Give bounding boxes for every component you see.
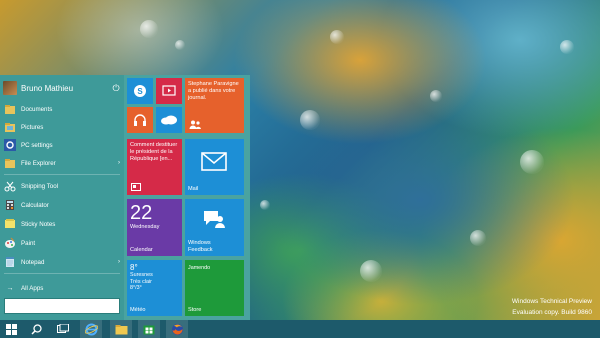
menu-item-pictures[interactable]: Pictures [4,119,120,135]
feedback-icon [204,211,225,228]
paint-icon [5,237,15,248]
search-icon [30,323,42,335]
taskbar [0,320,600,338]
all-apps-link[interactable]: → All Apps [4,280,120,296]
task-view-icon [57,324,69,333]
avatar [3,81,17,95]
weather-tile[interactable]: 8° Suresnes Très clair 8°/3° Météo [127,260,182,316]
people-icon [189,120,201,129]
file-explorer-button[interactable] [110,320,132,338]
store-icon [143,325,155,335]
menu-item-label: File Explorer [21,159,56,167]
notepad-icon [6,257,14,267]
feedback-label: Windows Feedback [188,240,213,253]
user-account[interactable]: Bruno Mathieu ⏻ [3,79,121,97]
menu-item-label: Sticky Notes [21,220,56,228]
menu-item-label: PC settings [21,141,53,149]
menu-item-label: Snipping Tool [21,182,59,190]
weather-label: Météo [130,307,146,313]
all-apps-label: All Apps [21,284,44,292]
menu-item-file-explorer[interactable]: File Explorer › [4,155,120,171]
menu-item-pc-settings[interactable]: PC settings [4,137,120,153]
task-view-button[interactable] [52,320,74,338]
video-icon [162,85,176,96]
firefox-button[interactable] [166,320,188,338]
user-name: Bruno Mathieu [21,83,74,93]
calendar-label: Calendar [130,247,153,253]
menu-item-label: Documents [21,105,53,113]
menu-item-calculator[interactable]: Calculator [4,197,120,213]
people-tile[interactable]: Stephane Paravigne a publié dans votre j… [185,78,244,133]
watermark-line2: Evaluation copy. Build 9860 [512,309,592,316]
calendar-day: 22 [130,202,153,224]
cloud-icon [161,115,177,125]
store-tile[interactable]: Jamendo Store [185,260,244,316]
mail-tile[interactable]: Mail [185,139,244,195]
power-icon[interactable]: ⏻ [111,83,121,94]
store-label: Store [188,307,202,313]
weather-range: 8°/3° [130,285,142,291]
search-button[interactable] [25,320,47,338]
people-notification-text: Stephane Paravigne a publié dans votre j… [188,81,239,101]
firefox-icon [171,323,183,335]
skype-icon: S [134,85,146,97]
calendar-weekday: Wednesday [130,224,160,230]
news-tile[interactable]: Comment destituer le président de la Rép… [127,139,182,195]
calculator-icon [6,200,14,210]
menu-item-label: Pictures [21,123,44,131]
search-input[interactable] [4,298,120,314]
mail-icon [201,152,227,171]
menu-item-sticky-notes[interactable]: Sticky Notes [4,216,120,232]
internet-explorer-button[interactable] [80,320,102,338]
menu-item-documents[interactable]: Documents [4,101,120,117]
gear-icon [4,139,16,151]
sticky-note-icon [5,219,15,228]
watermark-line1: Windows Technical Preview [511,298,592,305]
divider [4,273,120,274]
start-button[interactable] [0,320,22,338]
chevron-right-icon: › [118,160,120,166]
video-tile[interactable] [156,78,182,104]
divider [4,174,120,175]
folder-icon [5,159,15,168]
onedrive-tile[interactable] [156,107,182,133]
scissors-icon [4,181,16,192]
news-headline: Comment destituer le président de la Rép… [130,142,178,162]
windows-feedback-tile[interactable]: Windows Feedback [185,199,244,256]
mail-label: Mail [188,186,199,192]
start-menu-left-column: Bruno Mathieu ⏻ Documents Pictures PC se… [0,75,124,320]
menu-item-label: Calculator [21,201,49,209]
folder-icon [115,324,127,334]
folder-icon [5,105,15,114]
start-menu: Bruno Mathieu ⏻ Documents Pictures PC se… [0,75,250,320]
headphones-icon [134,114,146,126]
music-tile[interactable] [127,107,153,133]
menu-item-label: Notepad [21,258,45,266]
windows-logo-icon [5,323,17,335]
folder-icon [5,123,15,132]
menu-item-paint[interactable]: Paint [4,235,120,251]
chevron-right-icon: › [118,259,120,265]
menu-item-label: Paint [21,239,36,247]
menu-item-snipping-tool[interactable]: Snipping Tool [4,178,120,194]
weather-temperature: 8° [130,263,138,272]
internet-explorer-icon [84,323,98,335]
store-button[interactable] [138,320,160,338]
menu-item-notepad[interactable]: Notepad › [4,254,120,270]
news-icon [131,183,141,191]
skype-tile[interactable]: S [127,78,153,104]
calendar-tile[interactable]: 22 Wednesday Calendar [127,199,182,256]
svg-text:S: S [137,87,143,96]
arrow-right-icon: → [6,284,14,292]
jamendo-label: Jamendo [188,265,211,271]
